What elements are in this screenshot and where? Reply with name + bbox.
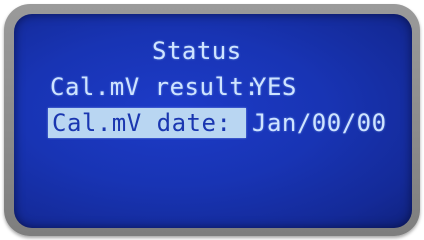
screen-title: Status — [152, 37, 242, 65]
cal-mv-date-value: Jan/00/00 — [252, 109, 387, 137]
cal-mv-date-label[interactable]: Cal.mV date: — [52, 110, 231, 136]
cal-mv-result-label: Cal.mV result: — [50, 73, 260, 101]
device-bezel: Status Cal.mV result: YES Cal.mV date: J… — [4, 4, 420, 236]
cal-mv-result-value: YES — [252, 73, 297, 101]
lcd-screen: Status Cal.mV result: YES Cal.mV date: J… — [14, 14, 412, 228]
